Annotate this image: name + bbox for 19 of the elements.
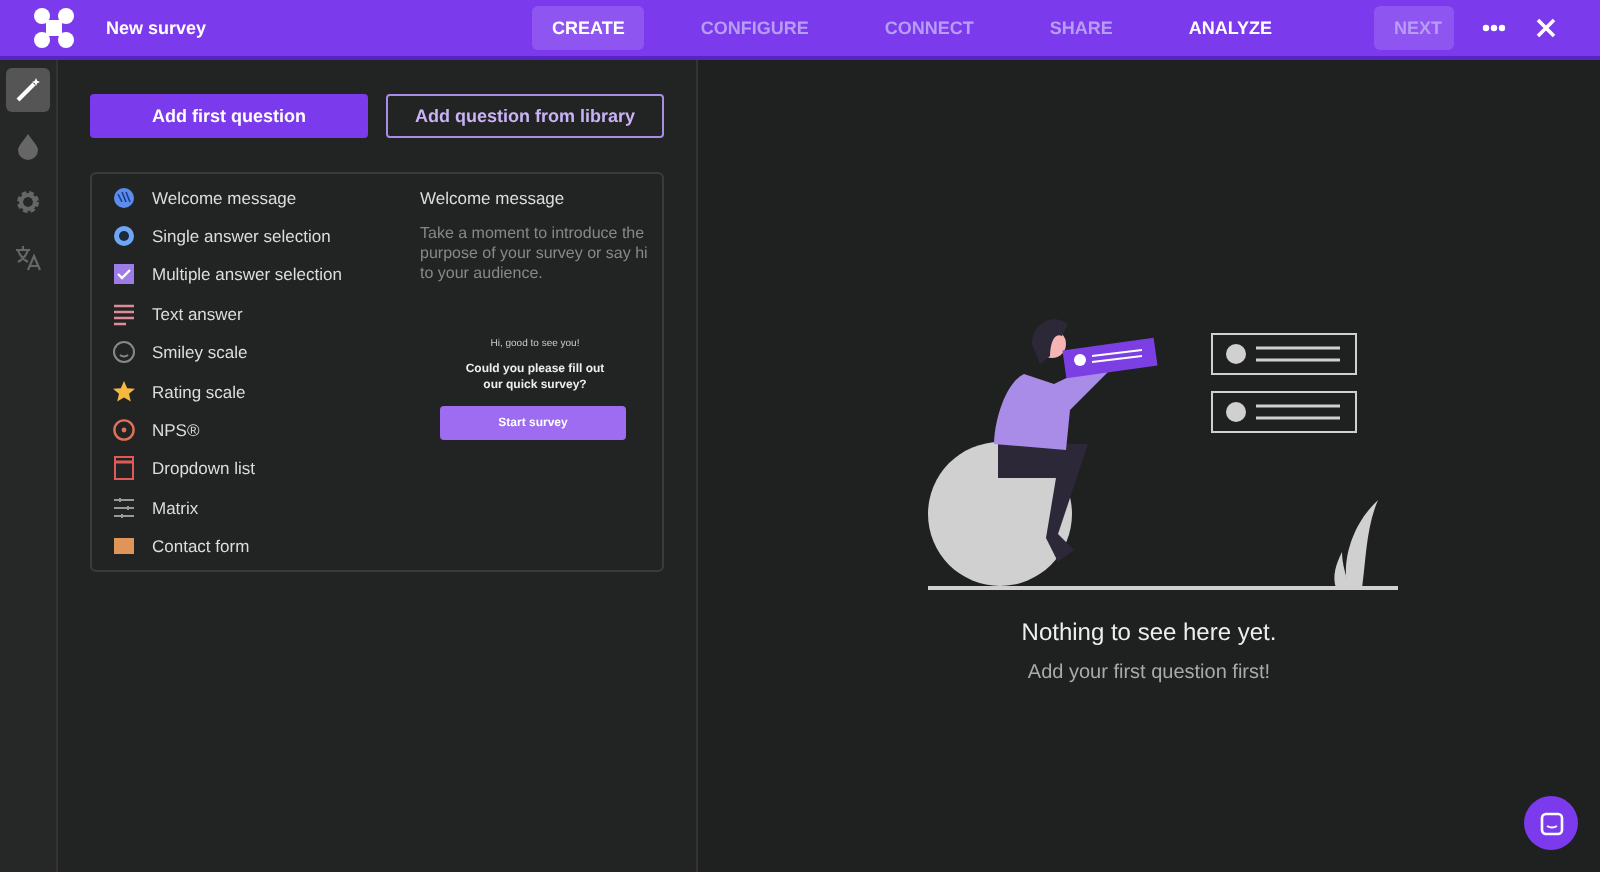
question-type-item[interactable]: Multiple answer selection: [152, 264, 342, 285]
nav-tab[interactable]: ANALYZE: [1168, 6, 1293, 50]
question-type-item[interactable]: Single answer selection: [152, 226, 331, 247]
add-from-library-button[interactable]: Add question from library: [386, 94, 664, 138]
question-type-item[interactable]: Rating scale: [152, 381, 246, 402]
question-type-item[interactable]: Matrix: [152, 497, 199, 518]
empty-state-title: Nothing to see here yet.: [1021, 618, 1277, 646]
question-type-item[interactable]: Welcome message: [152, 187, 297, 208]
question-type-item[interactable]: Contact form: [152, 536, 250, 557]
question-type-item[interactable]: NPS®: [152, 420, 200, 441]
preview-description: Take a moment to introduce the purpose of your survey or say hi to your audience.: [420, 224, 650, 284]
nav-tab[interactable]: CREATE: [531, 6, 645, 50]
add-first-question-button[interactable]: Add first question: [90, 94, 368, 138]
preview-title: Welcome message: [420, 188, 567, 208]
survey-title: New survey: [106, 18, 207, 38]
empty-state-subtitle: Add your first question first!: [1027, 662, 1271, 684]
question-type-item[interactable]: Dropdown list: [152, 458, 255, 479]
question-type-item[interactable]: Text answer: [152, 303, 243, 324]
question-type-item[interactable]: Smiley scale: [152, 342, 248, 363]
